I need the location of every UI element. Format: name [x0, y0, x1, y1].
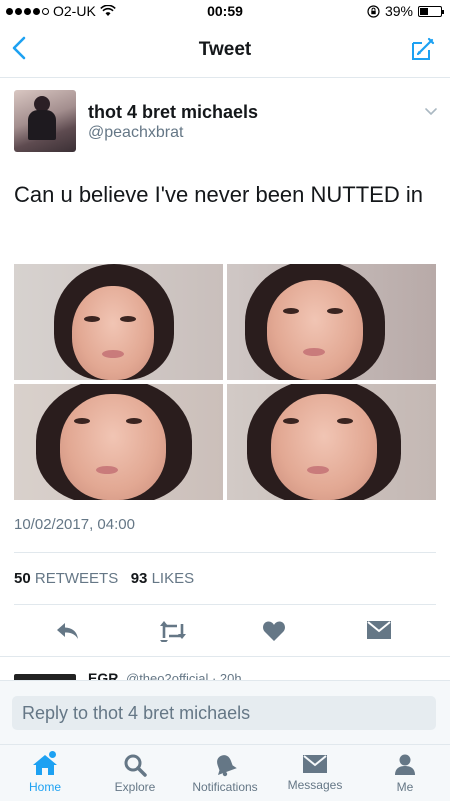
retweets-stat[interactable]: 50 RETWEETS [14, 570, 118, 587]
notification-dot [49, 751, 56, 758]
divider [14, 552, 436, 553]
tab-explore[interactable]: Explore [90, 745, 180, 801]
tweet-photo[interactable] [14, 264, 223, 380]
tab-home[interactable]: Home [0, 745, 90, 801]
tab-label: Notifications [192, 780, 258, 794]
bell-icon [217, 755, 237, 777]
tab-messages[interactable]: Messages [270, 745, 360, 801]
retweet-button[interactable] [158, 620, 188, 647]
reply-bar: Reply to thot 4 bret michaels [0, 680, 450, 744]
retweets-count: 50 [14, 570, 31, 587]
tweet-photo[interactable] [227, 264, 436, 380]
page-title: Tweet [198, 39, 252, 60]
likes-label: LIKES [151, 570, 195, 587]
tweet-photo[interactable] [227, 384, 436, 500]
tweet-text: Can u believe I've never been NUTTED in [14, 182, 423, 207]
tweet-photo[interactable] [14, 384, 223, 500]
reply-input[interactable]: Reply to thot 4 bret michaels [12, 696, 436, 730]
tab-bar: Home Explore Notifications Messages Me [0, 744, 450, 801]
avatar[interactable] [14, 90, 76, 152]
reply-icon [57, 623, 78, 639]
divider [0, 656, 450, 657]
chevron-down-icon [425, 108, 437, 116]
retweets-label: RETWEETS [34, 570, 119, 587]
user-handle[interactable]: @peachxbrat [88, 124, 183, 142]
status-right: 39% [367, 3, 444, 19]
direct-message-button[interactable] [366, 620, 392, 645]
tab-label: Messages [287, 778, 343, 792]
search-icon [124, 754, 147, 777]
heart-icon [263, 621, 285, 641]
status-bar: O2-UK 00:59 39% [0, 0, 450, 22]
battery-percent: 39% [384, 3, 413, 19]
tweet-timestamp: 10/02/2017, 04:00 [14, 516, 135, 533]
display-name[interactable]: thot 4 bret michaels [88, 102, 258, 123]
nav-bar: Tweet [0, 22, 450, 78]
tab-label: Home [28, 780, 61, 794]
likes-stat[interactable]: 93 LIKES [131, 570, 194, 587]
reply-button[interactable] [54, 620, 80, 647]
tweet-stats: 50 RETWEETS 93 LIKES [14, 570, 194, 587]
compose-tweet-icon [412, 37, 435, 60]
retweet-icon [160, 621, 186, 645]
compose-button[interactable] [410, 36, 436, 67]
photo-grid [14, 264, 436, 500]
like-button[interactable] [262, 620, 286, 647]
envelope-icon [367, 621, 391, 639]
envelope-icon [303, 755, 327, 773]
person-icon [395, 754, 415, 775]
tweet-actions [0, 620, 450, 647]
tweet-header: thot 4 bret michaels @peachxbrat [14, 90, 438, 156]
tab-label: Me [396, 780, 414, 794]
tweet-options-button[interactable] [424, 104, 438, 122]
likes-count: 93 [130, 570, 148, 587]
tab-notifications[interactable]: Notifications [180, 745, 270, 801]
rotation-lock-icon [367, 4, 380, 18]
divider [14, 604, 436, 605]
tab-label: Explore [114, 780, 156, 794]
tab-me[interactable]: Me [360, 745, 450, 801]
battery-icon [418, 5, 444, 17]
